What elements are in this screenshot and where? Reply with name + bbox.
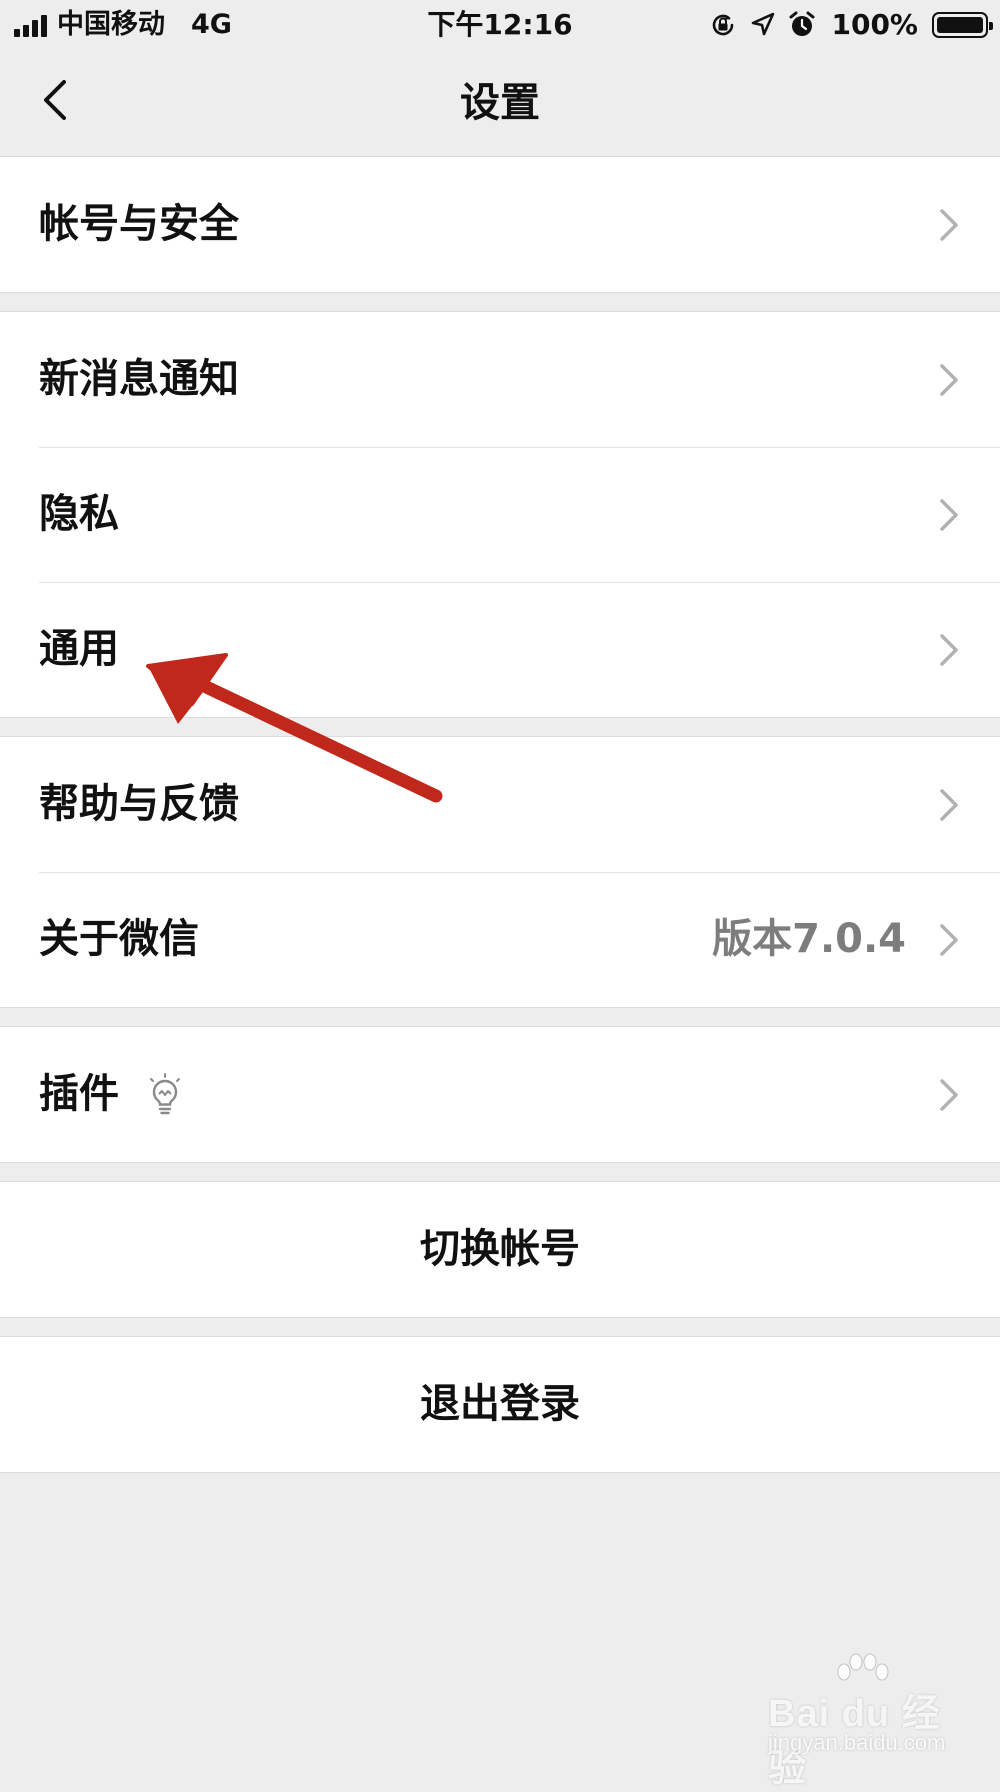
switch-account-label: 切换帐号 xyxy=(420,1226,580,1272)
chevron-right-icon xyxy=(940,208,958,241)
settings-group-help: 帮助与反馈 关于微信 版本7.0.4 xyxy=(0,736,1000,1008)
chevron-right-icon xyxy=(940,363,958,396)
chevron-right-icon xyxy=(940,1078,958,1111)
switch-account-group: 切换帐号 xyxy=(0,1181,1000,1318)
settings-item-account-security[interactable]: 帐号与安全 xyxy=(0,157,1000,292)
switch-account-button[interactable]: 切换帐号 xyxy=(0,1182,1000,1317)
battery-fill xyxy=(937,17,983,33)
settings-item-label: 帐号与安全 xyxy=(39,201,239,247)
settings-item-label: 帮助与反馈 xyxy=(39,781,239,827)
settings-item-general[interactable]: 通用 xyxy=(0,582,1000,717)
settings-item-about-wechat[interactable]: 关于微信 版本7.0.4 xyxy=(0,872,1000,1007)
status-right: 100% xyxy=(709,8,993,42)
baidu-watermark: Bai du 经验 jingyan.baidu.com xyxy=(768,1653,978,1790)
navigation-bar: 设置 xyxy=(0,50,1000,155)
page-title: 设置 xyxy=(460,80,540,126)
settings-item-label: 新消息通知 xyxy=(39,356,239,402)
chevron-right-icon xyxy=(940,788,958,821)
settings-group-account: 帐号与安全 xyxy=(0,156,1000,293)
settings-item-label: 隐私 xyxy=(39,491,119,537)
chevron-right-icon xyxy=(940,923,958,956)
settings-item-label: 关于微信 xyxy=(39,916,199,962)
settings-item-plugins[interactable]: 插件 xyxy=(0,1027,1000,1162)
settings-group-plugins: 插件 xyxy=(0,1026,1000,1163)
settings-group-general: 新消息通知 隐私 通用 xyxy=(0,311,1000,718)
settings-item-label: 通用 xyxy=(39,626,119,672)
watermark-url: jingyan.baidu.com xyxy=(768,1730,946,1755)
settings-item-help-feedback[interactable]: 帮助与反馈 xyxy=(0,737,1000,872)
settings-item-label: 插件 xyxy=(39,1071,119,1117)
battery-percentage: 100% xyxy=(831,8,918,41)
orientation-lock-icon xyxy=(713,14,734,36)
location-icon xyxy=(752,12,775,36)
alarm-icon xyxy=(789,11,815,36)
chevron-right-icon xyxy=(940,633,958,666)
chevron-right-icon xyxy=(940,498,958,531)
version-value: 版本7.0.4 xyxy=(712,916,906,962)
logout-button[interactable]: 退出登录 xyxy=(0,1337,1000,1472)
battery-icon xyxy=(932,12,993,38)
logout-label: 退出登录 xyxy=(420,1381,580,1427)
logout-group: 退出登录 xyxy=(0,1336,1000,1473)
status-bar: 中国移动 4G 下午12:16 100% xyxy=(0,0,1000,50)
settings-item-notifications[interactable]: 新消息通知 xyxy=(0,312,1000,447)
settings-item-privacy[interactable]: 隐私 xyxy=(0,447,1000,582)
lightbulb-icon xyxy=(150,1073,180,1115)
